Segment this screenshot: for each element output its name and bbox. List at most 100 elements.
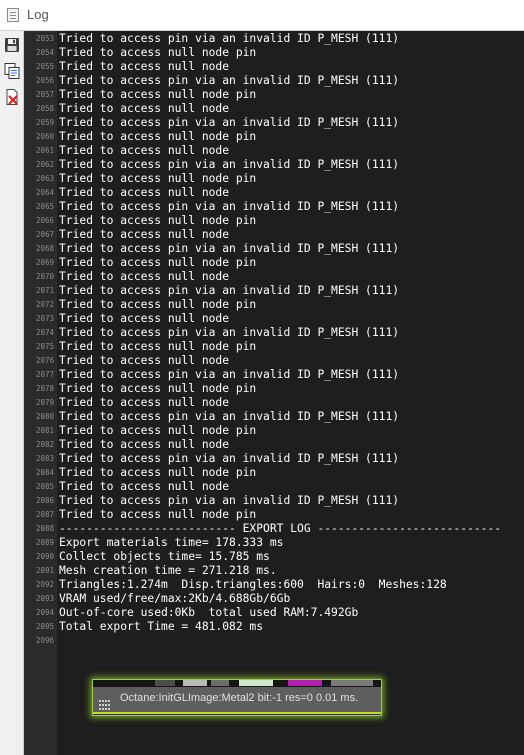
line-number: 2092	[35, 580, 54, 589]
log-line: Tried to access null node	[59, 354, 230, 367]
log-line: Tried to access null node	[59, 396, 230, 409]
log-line: Tried to access null node pin	[59, 508, 257, 521]
log-line: Tried to access null node	[59, 438, 230, 451]
line-number: 2055	[35, 62, 54, 71]
log-line: Tried to access null node	[59, 228, 230, 241]
popup-message: Octane:InitGLImage:Metal2 bit:-1 res=0 0…	[120, 692, 359, 704]
log-line: Tried to access pin via an invalid ID P_…	[59, 116, 400, 129]
line-number: 2072	[35, 300, 54, 309]
line-number: 2066	[35, 216, 54, 225]
log-line: Tried to access pin via an invalid ID P_…	[59, 200, 400, 213]
log-line: Mesh creation time = 271.218 ms.	[59, 564, 277, 577]
line-number: 2077	[35, 370, 54, 379]
line-number: 2075	[35, 342, 54, 351]
line-number: 2087	[35, 510, 54, 519]
line-number: 2094	[35, 608, 54, 617]
log-line: Tried to access pin via an invalid ID P_…	[59, 452, 400, 465]
line-number: 2061	[35, 146, 54, 155]
line-number: 2081	[35, 426, 54, 435]
log-line: Tried to access null node pin	[59, 214, 257, 227]
line-number: 2082	[35, 440, 54, 449]
line-number: 2076	[35, 356, 54, 365]
line-number: 2093	[35, 594, 54, 603]
line-number: 2065	[35, 202, 54, 211]
line-number: 2069	[35, 258, 54, 267]
log-line: Tried to access pin via an invalid ID P_…	[59, 32, 400, 45]
log-line: Tried to access pin via an invalid ID P_…	[59, 326, 400, 339]
line-number: 2062	[35, 160, 54, 169]
line-number: 2064	[35, 188, 54, 197]
line-number: 2086	[35, 496, 54, 505]
window-title: Log	[27, 7, 49, 22]
log-line: Tried to access pin via an invalid ID P_…	[59, 242, 400, 255]
log-line: Tried to access null node pin	[59, 172, 257, 185]
status-popup: Octane:InitGLImage:Metal2 bit:-1 res=0 0…	[92, 679, 382, 716]
log-line: Tried to access null node	[59, 270, 230, 283]
grip-icon	[99, 695, 110, 710]
log-line: Tried to access null node pin	[59, 46, 257, 59]
line-number: 2067	[35, 230, 54, 239]
log-line: Tried to access null node	[59, 60, 230, 73]
line-number: 2053	[35, 34, 54, 43]
line-number: 2083	[35, 454, 54, 463]
line-number: 2084	[35, 468, 54, 477]
log-text-area[interactable]: Tried to access pin via an invalid ID P_…	[57, 31, 524, 755]
log-line: Triangles:1.274m Disp.triangles:600 Hair…	[59, 578, 447, 591]
line-number: 2060	[35, 132, 54, 141]
line-number: 2068	[35, 244, 54, 253]
log-window-icon	[7, 8, 19, 22]
log-line: Tried to access null node	[59, 186, 230, 199]
log-line: Tried to access null node pin	[59, 382, 257, 395]
line-number: 2071	[35, 286, 54, 295]
line-number: 2057	[35, 90, 54, 99]
line-number: 2063	[35, 174, 54, 183]
log-line: Total export Time = 481.082 ms	[59, 620, 264, 633]
log-line: Tried to access pin via an invalid ID P_…	[59, 410, 400, 423]
log-line: Export materials time= 178.333 ms	[59, 536, 284, 549]
line-number-gutter: 2053 2054 2055 2056 2057 2058 2059 2060 2061 2062…	[24, 31, 57, 755]
log-toolbar	[0, 31, 24, 755]
copy-icon[interactable]	[3, 62, 21, 80]
line-number: 2074	[35, 328, 54, 337]
popup-thumbnail-strip	[93, 680, 381, 687]
popup-bar: Octane:InitGLImage:Metal2 bit:-1 res=0 0…	[93, 687, 381, 714]
log-line: Tried to access null node pin	[59, 256, 257, 269]
line-number: 2056	[35, 76, 54, 85]
log-line: Tried to access null node pin	[59, 466, 257, 479]
line-number: 2091	[35, 566, 54, 575]
log-line: Collect objects time= 15.785 ms	[59, 550, 270, 563]
line-number: 2054	[35, 48, 54, 57]
log-line: Tried to access pin via an invalid ID P_…	[59, 158, 400, 171]
log-line: -------------------------- EXPORT LOG --…	[59, 522, 502, 535]
log-line: Tried to access null node	[59, 102, 230, 115]
line-number: 2090	[35, 552, 54, 561]
line-number: 2078	[35, 384, 54, 393]
line-number: 2070	[35, 272, 54, 281]
log-line: Tried to access null node	[59, 312, 230, 325]
line-number: 2059	[35, 118, 54, 127]
log-line: Tried to access null node pin	[59, 424, 257, 437]
log-line: Tried to access pin via an invalid ID P_…	[59, 74, 400, 87]
line-number: 2089	[35, 538, 54, 547]
line-number: 2095	[35, 622, 54, 631]
log-line: Tried to access null node pin	[59, 130, 257, 143]
line-number: 2088	[35, 524, 54, 533]
log-line: Tried to access null node	[59, 144, 230, 157]
line-number: 2085	[35, 482, 54, 491]
log-line: Tried to access null node pin	[59, 298, 257, 311]
log-line: Tried to access null node pin	[59, 88, 257, 101]
line-number: 2058	[35, 104, 54, 113]
log-line: VRAM used/free/max:2Kb/4.688Gb/6Gb	[59, 592, 291, 605]
line-number: 2079	[35, 398, 54, 407]
log-line: Tried to access pin via an invalid ID P_…	[59, 368, 400, 381]
clear-icon[interactable]	[3, 88, 21, 106]
title-bar: Log	[0, 0, 524, 31]
log-line: Tried to access pin via an invalid ID P_…	[59, 284, 400, 297]
line-number: 2073	[35, 314, 54, 323]
log-line: Tried to access null node	[59, 480, 230, 493]
save-icon[interactable]	[3, 36, 21, 54]
line-number: 2080	[35, 412, 54, 421]
line-number: 2096	[35, 636, 54, 645]
log-line: Out-of-core used:0Kb total used RAM:7.49…	[59, 606, 359, 619]
log-line: Tried to access pin via an invalid ID P_…	[59, 494, 400, 507]
